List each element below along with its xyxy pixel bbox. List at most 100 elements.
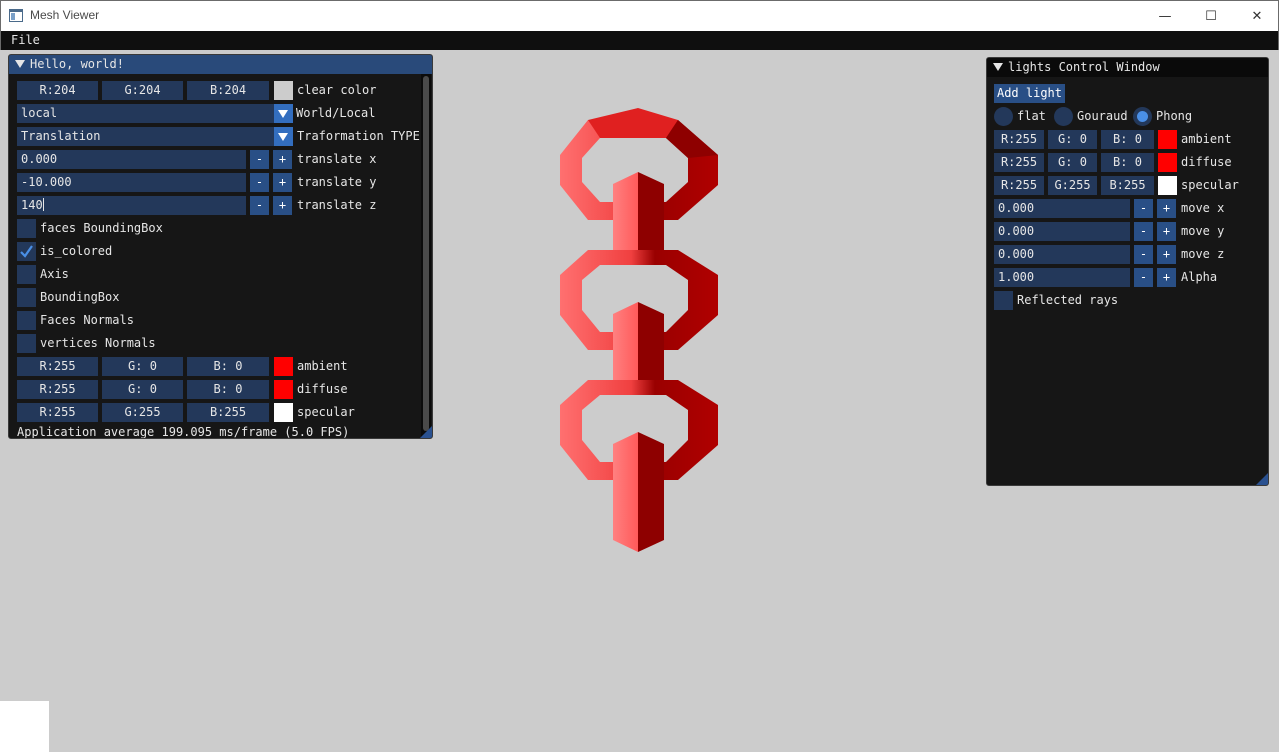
- clear-color-g[interactable]: G:204: [102, 81, 183, 100]
- collapse-triangle-icon[interactable]: [15, 60, 25, 68]
- light-ambient-b[interactable]: B: 0: [1101, 130, 1154, 149]
- specular-r[interactable]: R:255: [17, 403, 98, 422]
- checkmark-icon: [20, 245, 33, 258]
- window-titlebar: Mesh Viewer — ☐ ✕: [0, 0, 1279, 31]
- move-y-minus-button[interactable]: -: [1134, 222, 1153, 241]
- close-button[interactable]: ✕: [1234, 1, 1279, 31]
- world-local-combo[interactable]: local: [17, 104, 274, 123]
- move-x-input[interactable]: 0.000: [994, 199, 1130, 218]
- ambient-b[interactable]: B: 0: [187, 357, 269, 376]
- transform-type-combo[interactable]: Translation: [17, 127, 274, 146]
- vertices-normals-label: vertices Normals: [40, 336, 156, 350]
- axis-label: Axis: [40, 267, 69, 281]
- translate-z-plus-button[interactable]: +: [273, 196, 292, 215]
- lights-window-titlebar[interactable]: lights Control Window: [987, 58, 1268, 77]
- move-x-label: move x: [1181, 201, 1225, 215]
- diffuse-g[interactable]: G: 0: [102, 380, 183, 399]
- translate-x-plus-button[interactable]: +: [273, 150, 292, 169]
- ambient-r[interactable]: R:255: [17, 357, 98, 376]
- alpha-plus-button[interactable]: +: [1157, 268, 1176, 287]
- translate-y-input[interactable]: -10.000: [17, 173, 246, 192]
- diffuse-r[interactable]: R:255: [17, 380, 98, 399]
- resize-grip-icon[interactable]: [420, 426, 432, 438]
- lights-window[interactable]: lights Control Window Add light flat Gou…: [986, 57, 1269, 486]
- mesh-viewport[interactable]: [548, 100, 728, 560]
- alpha-input[interactable]: 1.000: [994, 268, 1130, 287]
- specular-label: specular: [297, 405, 355, 419]
- clear-color-b[interactable]: B:204: [187, 81, 269, 100]
- axis-checkbox[interactable]: [17, 265, 36, 284]
- translate-x-input[interactable]: 0.000: [17, 150, 246, 169]
- translate-x-minus-button[interactable]: -: [250, 150, 269, 169]
- translate-y-minus-button[interactable]: -: [250, 173, 269, 192]
- ambient-label: ambient: [297, 359, 348, 373]
- light-specular-label: specular: [1181, 178, 1239, 192]
- scrollbar-thumb[interactable]: [423, 76, 429, 431]
- specular-g[interactable]: G:255: [102, 403, 183, 422]
- specular-b[interactable]: B:255: [187, 403, 269, 422]
- hello-window-title: Hello, world!: [30, 57, 124, 71]
- alpha-minus-button[interactable]: -: [1134, 268, 1153, 287]
- hello-window-titlebar[interactable]: Hello, world!: [9, 55, 432, 74]
- light-ambient-g[interactable]: G: 0: [1048, 130, 1097, 149]
- resize-grip-icon[interactable]: [1256, 473, 1268, 485]
- faces-boundingbox-checkbox[interactable]: [17, 219, 36, 238]
- translate-z-input[interactable]: 140: [17, 196, 246, 215]
- flat-label: flat: [1017, 109, 1046, 123]
- diffuse-swatch[interactable]: [274, 380, 293, 399]
- clear-color-r[interactable]: R:204: [17, 81, 98, 100]
- vertices-normals-checkbox[interactable]: [17, 334, 36, 353]
- faces-normals-label: Faces Normals: [40, 313, 134, 327]
- move-z-label: move z: [1181, 247, 1225, 261]
- blank-panel: [0, 701, 49, 752]
- light-specular-swatch[interactable]: [1158, 176, 1177, 195]
- world-local-label: World/Local: [296, 106, 376, 120]
- gouraud-radio[interactable]: [1054, 107, 1073, 126]
- move-x-plus-button[interactable]: +: [1157, 199, 1176, 218]
- light-specular-g[interactable]: G:255: [1048, 176, 1097, 195]
- light-specular-b[interactable]: B:255: [1101, 176, 1154, 195]
- boundingbox-checkbox[interactable]: [17, 288, 36, 307]
- light-ambient-swatch[interactable]: [1158, 130, 1177, 149]
- menu-file[interactable]: File: [11, 33, 40, 47]
- faces-boundingbox-label: faces BoundingBox: [40, 221, 163, 235]
- diffuse-b[interactable]: B: 0: [187, 380, 269, 399]
- is-colored-checkbox[interactable]: [17, 242, 36, 261]
- add-light-button[interactable]: Add light: [994, 84, 1065, 103]
- move-z-input[interactable]: 0.000: [994, 245, 1130, 264]
- light-ambient-r[interactable]: R:255: [994, 130, 1044, 149]
- chain-link-3: [613, 432, 664, 552]
- hello-window[interactable]: Hello, world! R:204 G:204 B:204 clear co…: [8, 54, 433, 439]
- collapse-triangle-icon[interactable]: [993, 63, 1003, 71]
- phong-radio[interactable]: [1133, 107, 1152, 126]
- minimize-button[interactable]: —: [1142, 1, 1188, 31]
- maximize-button[interactable]: ☐: [1188, 1, 1234, 31]
- app-icon: [9, 9, 23, 22]
- light-diffuse-r[interactable]: R:255: [994, 153, 1044, 172]
- chevron-down-icon[interactable]: [274, 127, 293, 146]
- move-x-minus-button[interactable]: -: [1134, 199, 1153, 218]
- translate-y-plus-button[interactable]: +: [273, 173, 292, 192]
- clear-color-swatch[interactable]: [274, 81, 293, 100]
- ambient-g[interactable]: G: 0: [102, 357, 183, 376]
- reflected-rays-checkbox[interactable]: [994, 291, 1013, 310]
- light-diffuse-swatch[interactable]: [1158, 153, 1177, 172]
- chevron-down-icon[interactable]: [274, 104, 293, 123]
- light-diffuse-g[interactable]: G: 0: [1048, 153, 1097, 172]
- translate-z-minus-button[interactable]: -: [250, 196, 269, 215]
- boundingbox-label: BoundingBox: [40, 290, 120, 304]
- translate-x-label: translate x: [297, 152, 377, 166]
- menu-bar: File: [0, 31, 1279, 50]
- flat-radio[interactable]: [994, 107, 1013, 126]
- faces-normals-checkbox[interactable]: [17, 311, 36, 330]
- move-y-plus-button[interactable]: +: [1157, 222, 1176, 241]
- move-y-input[interactable]: 0.000: [994, 222, 1130, 241]
- specular-swatch[interactable]: [274, 403, 293, 422]
- move-z-minus-button[interactable]: -: [1134, 245, 1153, 264]
- lights-window-title: lights Control Window: [1008, 60, 1160, 74]
- light-diffuse-b[interactable]: B: 0: [1101, 153, 1154, 172]
- ambient-swatch[interactable]: [274, 357, 293, 376]
- light-specular-r[interactable]: R:255: [994, 176, 1044, 195]
- move-z-plus-button[interactable]: +: [1157, 245, 1176, 264]
- scrollbar[interactable]: [421, 74, 431, 438]
